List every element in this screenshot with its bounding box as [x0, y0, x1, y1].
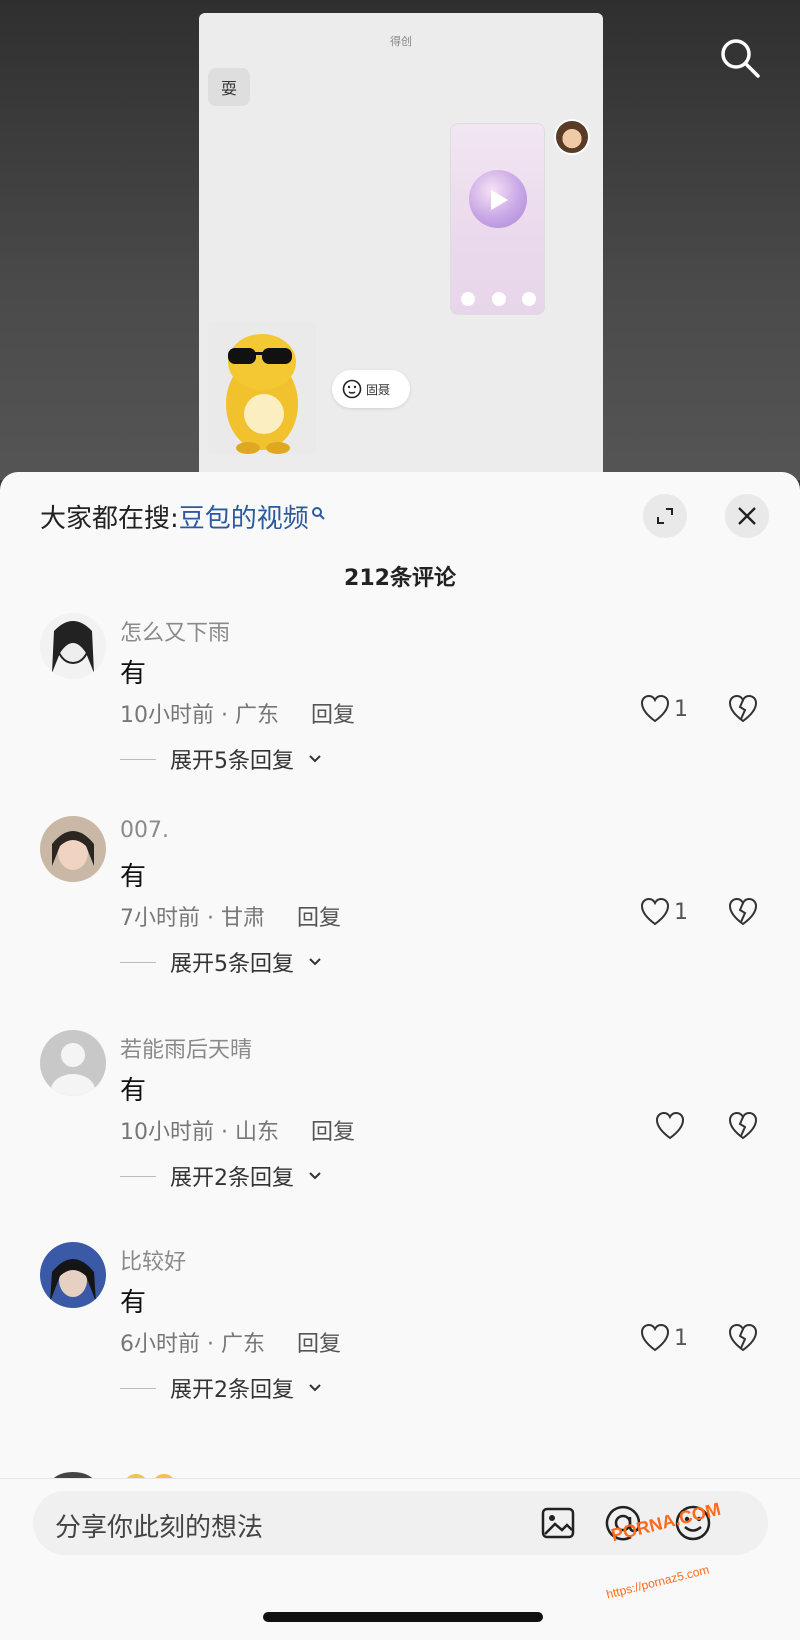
- image-icon[interactable]: [538, 1503, 578, 1543]
- like-button[interactable]: 1: [640, 898, 688, 926]
- hot-search-keyword[interactable]: 豆包的视频: [179, 498, 309, 535]
- expand-replies-label: 展开2条回复: [170, 1378, 294, 1403]
- broken-heart-icon: [728, 694, 758, 723]
- chevron-down-icon: [309, 1384, 321, 1392]
- pose-button[interactable]: 固聂: [332, 370, 410, 408]
- dislike-button[interactable]: [728, 694, 758, 727]
- hot-search-prefix: 大家都在搜:: [40, 504, 179, 534]
- avatar[interactable]: [40, 816, 106, 882]
- comment-username[interactable]: 若能雨后天晴: [120, 1032, 252, 1064]
- chevron-down-icon: [309, 755, 321, 763]
- home-indicator[interactable]: [263, 1612, 543, 1622]
- expand-replies[interactable]: 展开2条回复: [120, 1372, 322, 1404]
- expand-replies-label: 展开5条回复: [170, 952, 294, 977]
- expand-icon: [657, 508, 673, 524]
- avatar[interactable]: [40, 1242, 106, 1308]
- comments-sheet: 大家都在搜: 豆包的视频 212条评论 怎么又下雨 有 10小时前 · 广东 回…: [0, 472, 800, 1640]
- phone-chip: 耍: [208, 68, 250, 106]
- comment-meta: 7小时前 · 甘肃 回复: [120, 900, 341, 932]
- comment-time-location: 6小时前 · 广东: [120, 1332, 265, 1357]
- reply-button[interactable]: 回复: [311, 697, 355, 729]
- comment-item: 比较好 有 6小时前 · 广东 回复 1 展开2条回复: [0, 1242, 800, 1442]
- mascot-icon: [226, 334, 298, 454]
- comment-meta: 10小时前 · 山东 回复: [120, 1114, 355, 1146]
- search-icon: [311, 506, 325, 520]
- dislike-button[interactable]: [728, 1111, 758, 1144]
- comment-item: 若能雨后天晴 有 10小时前 · 山东 回复 展开2条回复: [0, 1030, 800, 1230]
- reply-button[interactable]: 回复: [297, 1326, 341, 1358]
- comment-item: 007. 有 7小时前 · 甘肃 回复 1 展开5条回复: [0, 816, 800, 1016]
- divider: [120, 961, 156, 963]
- comment-input-placeholder: 分享你此刻的想法: [55, 1513, 264, 1543]
- comment-username[interactable]: 007.: [120, 818, 169, 843]
- avatar: [554, 119, 590, 155]
- close-icon: [738, 507, 756, 525]
- reply-button[interactable]: 回复: [311, 1114, 355, 1146]
- dislike-button[interactable]: [728, 1323, 758, 1356]
- comment-text: 有: [120, 862, 147, 892]
- music-card: [450, 123, 545, 315]
- expand-replies-label: 展开2条回复: [170, 1166, 294, 1191]
- chevron-down-icon: [309, 1172, 321, 1180]
- expand-replies-label: 展开5条回复: [170, 749, 294, 774]
- like-count: 1: [674, 696, 688, 722]
- like-button[interactable]: [655, 1112, 689, 1140]
- divider: [120, 1175, 156, 1177]
- reply-button[interactable]: 回复: [297, 900, 341, 932]
- comment-input-bar: 分享你此刻的想法: [0, 1478, 800, 1640]
- comment-text: 有: [120, 1076, 147, 1106]
- heart-icon: [655, 1112, 685, 1140]
- face-icon: [342, 379, 362, 399]
- hot-search[interactable]: 大家都在搜: 豆包的视频: [40, 498, 325, 535]
- broken-heart-icon: [728, 1323, 758, 1352]
- search-icon: [721, 39, 760, 78]
- expand-replies[interactable]: 展开5条回复: [120, 946, 322, 978]
- comment-meta: 6小时前 · 广东 回复: [120, 1326, 341, 1358]
- play-icon: [491, 190, 508, 210]
- comment-count: 212条评论: [344, 566, 456, 591]
- expand-button[interactable]: [643, 494, 687, 538]
- comment-text: 有: [120, 659, 147, 689]
- phone-title: 得创: [390, 35, 412, 48]
- mascot-sticker: [208, 322, 316, 454]
- pose-button-label: 固聂: [366, 382, 391, 397]
- like-button[interactable]: 1: [640, 1324, 688, 1352]
- comment-username[interactable]: 怎么又下雨: [120, 615, 230, 647]
- comment-text: 有: [120, 1288, 147, 1318]
- heart-icon: [640, 1324, 670, 1352]
- comment-time-location: 10小时前 · 山东: [120, 1120, 279, 1145]
- avatar[interactable]: [40, 613, 106, 679]
- expand-replies[interactable]: 展开5条回复: [120, 743, 322, 775]
- close-button[interactable]: [725, 494, 769, 538]
- like-count: 1: [674, 899, 688, 925]
- comment-time-location: 7小时前 · 甘肃: [120, 906, 265, 931]
- comment-item: 怎么又下雨 有 10小时前 · 广东 回复 1 展开5条回复: [0, 613, 800, 813]
- video-player[interactable]: 得创 耍 固聂: [0, 0, 800, 483]
- comment-username[interactable]: 比较好: [120, 1244, 186, 1276]
- search-button[interactable]: [716, 34, 764, 82]
- broken-heart-icon: [728, 1111, 758, 1140]
- heart-icon: [640, 695, 670, 723]
- like-button[interactable]: 1: [640, 695, 688, 723]
- divider: [120, 758, 156, 760]
- broken-heart-icon: [728, 897, 758, 926]
- avatar[interactable]: [40, 1030, 106, 1096]
- expand-replies[interactable]: 展开2条回复: [120, 1160, 322, 1192]
- chevron-down-icon: [309, 958, 321, 966]
- divider: [120, 1387, 156, 1389]
- heart-icon: [640, 898, 670, 926]
- comment-time-location: 10小时前 · 广东: [120, 703, 279, 728]
- card-controls: [461, 292, 536, 306]
- comment-meta: 10小时前 · 广东 回复: [120, 697, 355, 729]
- dislike-button[interactable]: [728, 897, 758, 930]
- like-count: 1: [674, 1325, 688, 1351]
- video-frame: 得创 耍 固聂: [199, 13, 603, 483]
